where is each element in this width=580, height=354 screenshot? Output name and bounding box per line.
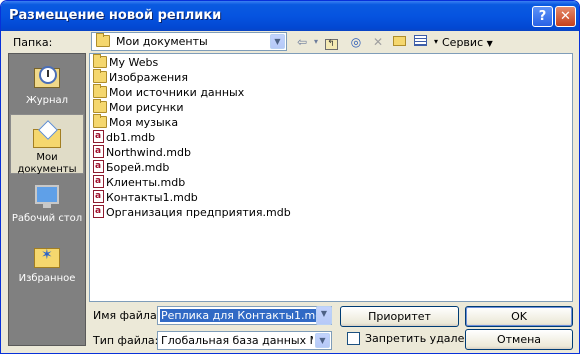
chevron-down-icon[interactable]: ▼ bbox=[270, 34, 285, 49]
place-desktop[interactable]: Рабочий стол bbox=[10, 176, 84, 240]
access-db-icon bbox=[93, 129, 104, 144]
list-item[interactable]: Клиенты.mdb bbox=[93, 174, 185, 190]
folder-combo-value: Мои документы bbox=[116, 35, 208, 48]
place-label: Рабочий стол bbox=[11, 213, 83, 224]
priority-button[interactable]: Приоритет bbox=[340, 306, 459, 327]
up-folder-icon[interactable]: ↰ bbox=[322, 33, 340, 51]
pictures-folder-icon bbox=[93, 99, 107, 113]
file-list[interactable]: My Webs Изображения Мои источники данных… bbox=[89, 53, 573, 302]
chevron-down-icon[interactable]: ▼ bbox=[316, 306, 332, 325]
filetype-value: Глобальная база данных Microsof bbox=[161, 334, 313, 347]
place-favorites[interactable]: ✶ Избранное bbox=[10, 236, 84, 300]
filename-dropdown[interactable]: ▼ bbox=[315, 306, 332, 325]
favorites-icon: ✶ bbox=[31, 242, 63, 270]
list-item[interactable]: Организация предприятия.mdb bbox=[93, 204, 291, 220]
place-label: Журнал bbox=[25, 95, 69, 106]
window-title: Размещение новой реплики bbox=[9, 8, 222, 23]
place-history[interactable]: Журнал bbox=[10, 58, 84, 122]
list-item[interactable]: Борей.mdb bbox=[93, 159, 169, 175]
access-db-icon bbox=[93, 204, 104, 219]
service-chevron-icon: ▼ bbox=[486, 39, 493, 48]
help-button[interactable]: ? bbox=[532, 6, 553, 27]
my-documents-small-icon bbox=[96, 33, 110, 47]
ok-button[interactable]: OK bbox=[465, 306, 573, 327]
place-label: Мои документы bbox=[17, 152, 77, 175]
place-label: Избранное bbox=[18, 273, 76, 284]
service-menu[interactable]: Сервис ▼ bbox=[442, 36, 493, 49]
filename-value: Реплика для Контакты1.mdb bbox=[160, 309, 331, 322]
history-icon bbox=[31, 64, 63, 92]
filetype-select[interactable]: Глобальная база данных Microsof ▼ bbox=[157, 331, 332, 350]
folder-label: Папка: bbox=[13, 36, 53, 49]
place-my-documents[interactable]: Мои документы bbox=[10, 114, 84, 175]
filename-input[interactable]: Реплика для Контакты1.mdb bbox=[157, 306, 332, 325]
access-db-icon bbox=[93, 159, 104, 174]
access-db-icon bbox=[93, 144, 104, 159]
dialog-window: Размещение новой реплики ? ✕ Папка: Мои … bbox=[0, 0, 580, 354]
list-item[interactable]: db1.mdb bbox=[93, 129, 155, 145]
music-folder-icon bbox=[93, 114, 107, 128]
data-sources-folder-icon bbox=[93, 84, 107, 98]
list-item[interactable]: Моя музыка bbox=[93, 114, 178, 130]
chevron-down-icon[interactable]: ▼ bbox=[315, 333, 330, 348]
filetype-label: Тип файла: bbox=[93, 334, 159, 347]
my-documents-icon bbox=[31, 120, 63, 149]
delete-icon[interactable]: ✕ bbox=[369, 33, 387, 51]
service-label: Сервис bbox=[442, 36, 484, 49]
places-bar: Журнал Мои документы Рабочий стол ✶ Избр… bbox=[8, 53, 86, 346]
cancel-button[interactable]: Отмена bbox=[465, 329, 573, 350]
folder-icon bbox=[93, 69, 107, 83]
close-button[interactable]: ✕ bbox=[555, 6, 576, 27]
search-web-icon[interactable]: ◎ bbox=[347, 33, 365, 51]
access-db-icon bbox=[93, 174, 104, 189]
list-item[interactable]: Изображения bbox=[93, 69, 188, 85]
list-item[interactable]: Контакты1.mdb bbox=[93, 189, 198, 205]
access-db-icon bbox=[93, 189, 104, 204]
list-item[interactable]: Northwind.mdb bbox=[93, 144, 191, 160]
title-bar: Размещение новой реплики ? ✕ bbox=[1, 1, 579, 31]
filename-label: Имя файла: bbox=[93, 309, 161, 322]
list-item[interactable]: Мои рисунки bbox=[93, 99, 184, 115]
new-folder-icon[interactable] bbox=[390, 33, 408, 51]
folder-combo[interactable]: Мои документы ▼ bbox=[91, 32, 287, 51]
prevent-delete-checkbox[interactable] bbox=[347, 332, 360, 345]
folder-icon bbox=[93, 54, 107, 68]
list-item[interactable]: Мои источники данных bbox=[93, 84, 244, 100]
desktop-icon bbox=[31, 182, 63, 210]
list-item[interactable]: My Webs bbox=[93, 54, 158, 70]
